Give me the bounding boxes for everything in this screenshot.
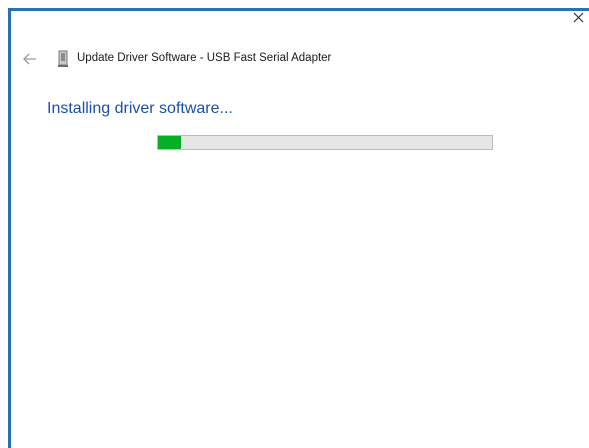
window-title: Update Driver Software - USB Fast Serial… [77, 52, 332, 64]
install-progress-bar [157, 135, 493, 150]
status-heading: Installing driver software... [47, 100, 233, 117]
back-arrow-icon [23, 53, 36, 65]
usb-device-icon [57, 50, 69, 68]
back-button[interactable] [21, 51, 39, 67]
install-progress-fill [158, 136, 182, 149]
update-driver-window: Update Driver Software - USB Fast Serial… [8, 8, 589, 448]
close-button[interactable] [569, 8, 587, 26]
close-icon [573, 12, 583, 22]
